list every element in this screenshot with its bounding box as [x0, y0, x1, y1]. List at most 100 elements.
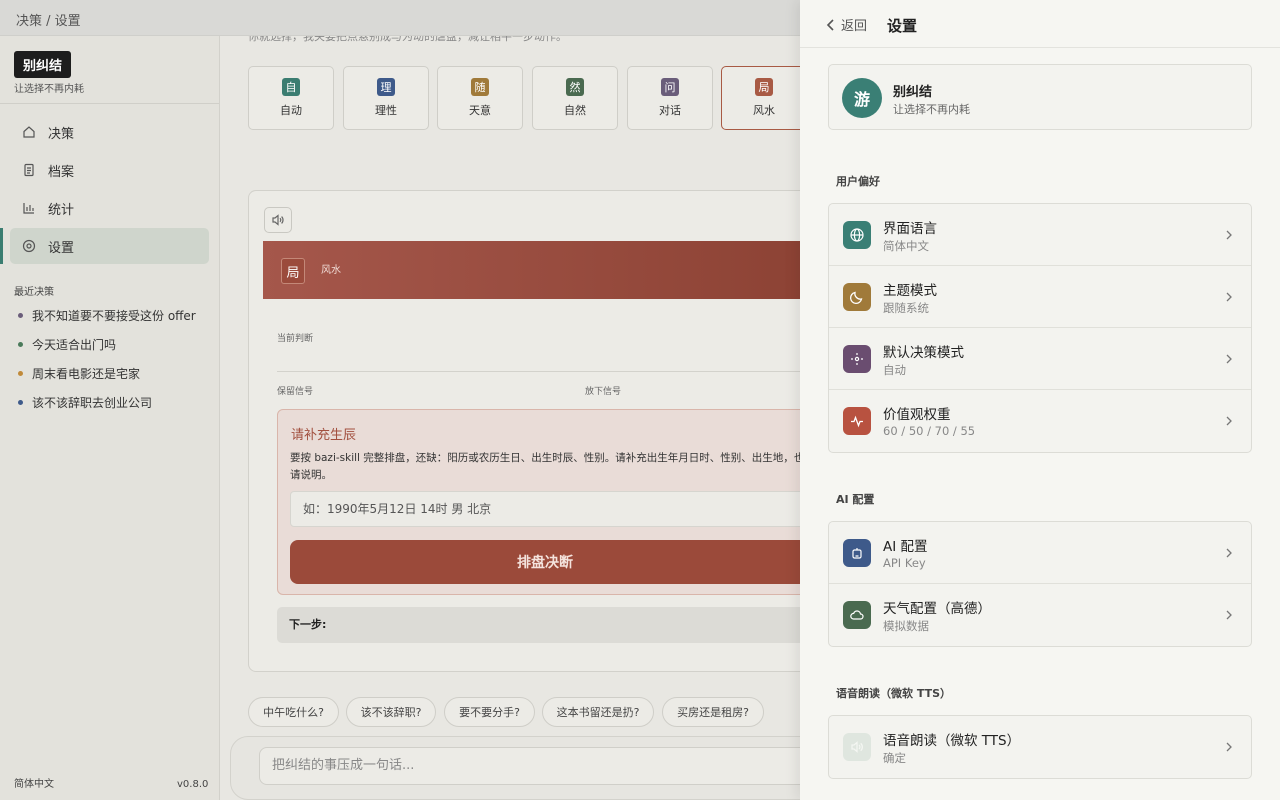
setting-row-ai-config[interactable]: AI 配置 API Key [829, 522, 1251, 584]
mode-label: 天意 [469, 104, 491, 117]
setting-value: 简体中文 [883, 239, 929, 253]
settings-header: 返回 设置 [800, 0, 1280, 48]
sidebar-item-archive[interactable]: 档案 [10, 152, 209, 188]
mode-banner: 局 风水 [263, 241, 800, 299]
banner-badge: 局 [281, 258, 305, 284]
chevron-right-icon [1223, 608, 1235, 622]
mode-label: 自动 [280, 104, 302, 117]
setting-title: 语音朗读（微软 TTS） [883, 733, 1021, 749]
mode-fate[interactable]: 随天意 [437, 66, 523, 130]
avatar: 游 [842, 78, 882, 118]
home-icon [22, 125, 36, 139]
breadcrumb: 决策 / 设置 [16, 14, 81, 29]
recent-item[interactable]: 周末看电影还是宅家 [18, 365, 140, 382]
back-label: 返回 [841, 19, 868, 34]
setting-row-language[interactable]: 界面语言 简体中文 [829, 204, 1251, 266]
sidebar-item-label: 档案 [48, 164, 75, 180]
language-label[interactable]: 简体中文 [14, 775, 54, 790]
mode-nature[interactable]: 然自然 [532, 66, 618, 130]
composer-input[interactable]: 把纠结的事压成一句话... [259, 747, 800, 785]
mode-auto[interactable]: 自自动 [248, 66, 334, 130]
setting-title: 界面语言 [883, 221, 937, 237]
setting-value: 自动 [883, 363, 906, 377]
moon-icon [843, 283, 871, 311]
setting-title: 价值观权重 [883, 407, 951, 423]
mode-label: 理性 [375, 104, 397, 117]
sidebar-item-label: 设置 [48, 240, 75, 256]
mode-badge: 自 [282, 78, 300, 96]
divider [277, 371, 800, 372]
setting-value: API Key [883, 556, 926, 570]
sidebar-item-settings[interactable]: 设置 [10, 228, 209, 264]
settings-group: AI 配置 API Key 天气配置（高德） 模拟数据 [828, 521, 1252, 647]
mode-badge: 随 [471, 78, 489, 96]
setting-value: 确定 [883, 751, 906, 765]
setting-title: 主题模式 [883, 283, 937, 299]
setting-value: 模拟数据 [883, 619, 929, 633]
recent-label: 今天适合出门吗 [32, 338, 117, 352]
mode-dialog[interactable]: 问对话 [627, 66, 713, 130]
drop-signal-label: 放下信号 [585, 387, 622, 397]
setting-value: 60 / 50 / 70 / 55 [883, 424, 976, 438]
active-indicator [0, 228, 3, 264]
recent-title: 最近决策 [14, 287, 54, 298]
recent-label: 周末看电影还是宅家 [32, 367, 141, 381]
recent-dot [18, 371, 23, 376]
sidebar-divider [0, 103, 219, 104]
speaker-icon [843, 733, 871, 761]
chevron-left-icon [824, 18, 838, 32]
recent-item[interactable]: 该不该辞职去创业公司 [18, 394, 152, 411]
profile-card[interactable]: 游 别纠结 让选择不再内耗 [828, 64, 1252, 130]
bar-chart-icon [22, 201, 36, 215]
keep-signal-label: 保留信号 [277, 387, 314, 397]
gear-icon [22, 239, 36, 253]
suggestion-chip[interactable]: 这本书留还是扔? [542, 697, 654, 727]
mode-badge: 问 [661, 78, 679, 96]
setting-row-value-weights[interactable]: 价值观权重 60 / 50 / 70 / 55 [829, 390, 1251, 452]
main-content: 你就选择，我关要把点悬别成与为动的虐盘，减让相平一步动作。 自自动 理理性 随天… [220, 36, 800, 800]
recent-item[interactable]: 我不知道要不要接受这份 offer [18, 307, 196, 324]
suggestion-chip[interactable]: 中午吃什么? [248, 697, 339, 727]
back-button[interactable]: 返回 [824, 15, 867, 34]
settings-title: 设置 [887, 17, 918, 35]
chart-decide-button[interactable]: 排盘决断 [290, 540, 800, 584]
sidebar-item-stats[interactable]: 统计 [10, 190, 209, 226]
birth-info-title: 请补充生辰 [291, 428, 357, 443]
mode-label: 风水 [753, 104, 775, 117]
mode-label: 自然 [564, 104, 586, 117]
setting-title: 默认决策模式 [883, 345, 964, 361]
suggestion-chip[interactable]: 该不该辞职? [346, 697, 436, 727]
speaker-button[interactable] [264, 207, 292, 233]
mode-fengshui[interactable]: 局风水 [721, 66, 800, 130]
birth-info-input[interactable]: 如：1990年5月12日 14时 男 北京 [290, 491, 800, 527]
app-tagline: 让选择不再内耗 [14, 84, 84, 95]
suggestion-chip[interactable]: 买房还是租房? [662, 697, 764, 727]
mode-badge: 局 [755, 78, 773, 96]
settings-panel: 返回 设置 游 别纠结 让选择不再内耗 用户偏好 界面语言 简体中文 主题模式 … [800, 0, 1280, 800]
section-title: AI 配置 [836, 493, 875, 506]
recent-item[interactable]: 今天适合出门吗 [18, 336, 116, 353]
sidebar-item-decision[interactable]: 决策 [10, 114, 209, 150]
suggestion-chip[interactable]: 要不要分手? [444, 697, 535, 727]
chevron-right-icon [1223, 414, 1235, 428]
setting-row-tts[interactable]: 语音朗读（微软 TTS） 确定 [829, 716, 1251, 778]
chevron-right-icon [1223, 546, 1235, 560]
sparkle-icon [843, 345, 871, 373]
setting-row-default-mode[interactable]: 默认决策模式 自动 [829, 328, 1251, 390]
recent-label: 我不知道要不要接受这份 offer [32, 309, 196, 323]
chevron-right-icon [1223, 352, 1235, 366]
chevron-right-icon [1223, 228, 1235, 242]
birth-info-box: 请补充生辰 要按 bazi-skill 完整排盘，还缺：阳历或农历生日、出生时辰… [277, 409, 800, 595]
recent-dot [18, 342, 23, 347]
setting-title: 天气配置（高德） [883, 601, 991, 617]
section-title: 语音朗读（微软 TTS） [836, 687, 952, 700]
profile-subtitle: 让选择不再内耗 [893, 103, 970, 116]
recent-dot [18, 400, 23, 405]
setting-row-theme[interactable]: 主题模式 跟随系统 [829, 266, 1251, 328]
settings-group: 界面语言 简体中文 主题模式 跟随系统 默认决策模式 自动 价值观权重 60 /… [828, 203, 1252, 453]
setting-row-weather[interactable]: 天气配置（高德） 模拟数据 [829, 584, 1251, 646]
settings-group: 语音朗读（微软 TTS） 确定 [828, 715, 1252, 779]
document-icon [22, 163, 36, 177]
section-title: 用户偏好 [836, 175, 880, 188]
mode-rational[interactable]: 理理性 [343, 66, 429, 130]
